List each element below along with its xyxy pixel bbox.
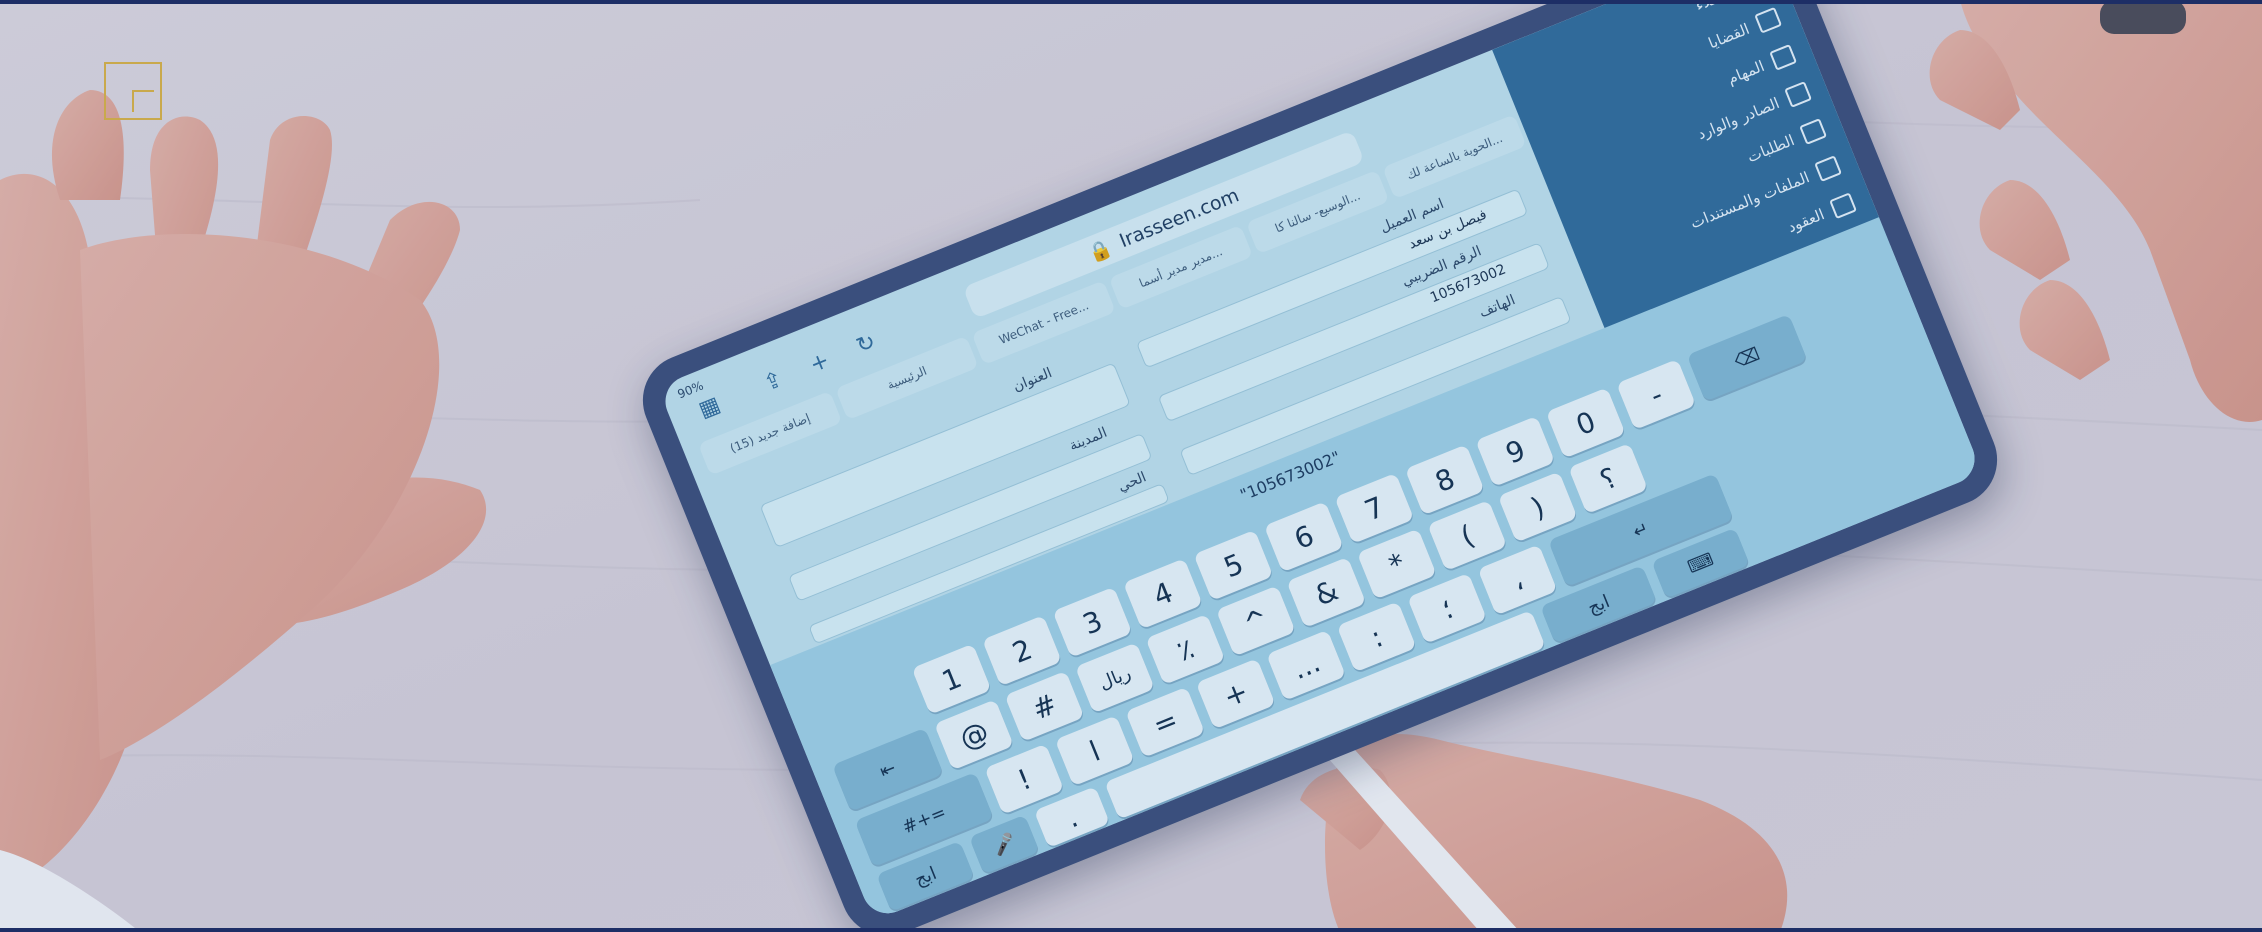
sidebar-item-label: الصادر والوارد — [1694, 93, 1783, 144]
key-hash[interactable]: # — [1004, 670, 1085, 742]
watch — [2100, 0, 2186, 34]
key-2[interactable]: 2 — [982, 615, 1062, 687]
key-caret[interactable]: ^ — [1215, 585, 1296, 657]
key-9[interactable]: 9 — [1475, 415, 1556, 487]
key-0[interactable]: 0 — [1545, 387, 1626, 459]
key-6[interactable]: 6 — [1263, 501, 1344, 573]
key-minus[interactable]: - — [1616, 358, 1697, 431]
sidebar-item-tasks[interactable]: المهام — [1724, 43, 1798, 89]
folder-icon — [1784, 81, 1813, 108]
tabs-grid-icon[interactable]: ▦ — [695, 392, 724, 423]
folder-open-icon — [1814, 155, 1843, 183]
tasks-icon — [1769, 43, 1798, 71]
key-4[interactable]: 4 — [1122, 558, 1203, 630]
delete-key[interactable]: ⌫ — [1686, 313, 1808, 402]
key-3[interactable]: 3 — [1052, 586, 1133, 658]
lang-key-right[interactable]: ابج — [1540, 565, 1658, 644]
frame-top-border — [0, 0, 2262, 4]
key-paren-close[interactable]: ) — [1497, 471, 1578, 543]
key-asterisk[interactable]: * — [1356, 528, 1437, 600]
sidebar-item-label: الطلبات — [1744, 131, 1798, 167]
key-5[interactable]: 5 — [1193, 529, 1274, 601]
sidebar-item-cases[interactable]: القضايا — [1705, 6, 1783, 54]
sidebar-item-label: القضايا — [1705, 19, 1753, 53]
photo-scene: 90% ▦ ⇪ + ↻ 🔒 Irasseen.com إضافة جديد (1… — [0, 0, 2262, 932]
key-8[interactable]: 8 — [1404, 444, 1485, 516]
key-riyal[interactable]: ريال — [1074, 642, 1155, 714]
key-at[interactable]: @ — [934, 699, 1014, 771]
new-tab-icon[interactable]: + — [806, 348, 832, 378]
key-question[interactable]: ؟ — [1568, 443, 1649, 515]
lock-icon: 🔒 — [1085, 236, 1116, 266]
logo-mark — [132, 90, 154, 112]
key-1[interactable]: 1 — [911, 643, 992, 715]
sidebar-item-label: العقود — [1784, 205, 1827, 237]
reload-icon[interactable]: ↻ — [853, 329, 879, 359]
brand-logo — [104, 62, 162, 120]
share-icon[interactable]: ⇪ — [760, 367, 786, 397]
key-7[interactable]: 7 — [1334, 472, 1415, 544]
send-icon — [1799, 118, 1828, 145]
briefcase-icon — [1754, 6, 1783, 34]
key-ampersand[interactable]: & — [1286, 556, 1367, 629]
frame-bottom-border — [0, 928, 2262, 932]
sidebar-item-label: المهام — [1724, 56, 1768, 88]
sidebar-item-requests[interactable]: الطلبات — [1744, 118, 1828, 167]
document-icon — [1829, 192, 1858, 220]
key-percent[interactable]: ٪ — [1145, 613, 1226, 685]
key-paren-open[interactable]: ( — [1427, 499, 1508, 572]
